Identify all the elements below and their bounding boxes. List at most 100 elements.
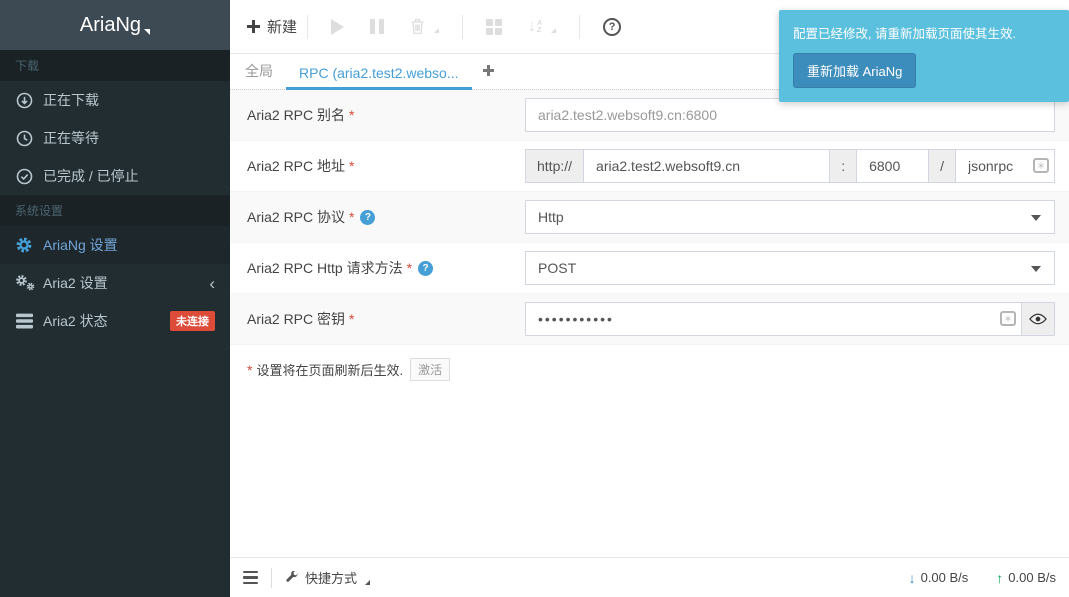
rpc-protocol-select[interactable]: Http <box>525 200 1055 234</box>
sidebar-item-label: AriaNg 设置 <box>43 235 118 255</box>
sort-button[interactable]: ↓ AZ <box>528 19 556 35</box>
sidebar-section-downloads: 下载 <box>0 50 230 81</box>
menu-bars-button[interactable] <box>243 571 258 585</box>
not-connected-badge: 未连接 <box>170 311 215 331</box>
note-text: 设置将在页面刷新后生效. <box>256 360 403 379</box>
trash-icon <box>410 18 425 35</box>
sidebar-item-ariang-settings[interactable]: AriaNg 设置 <box>0 226 230 264</box>
selected-method: POST <box>538 260 576 276</box>
new-task-label: 新建 <box>267 16 297 37</box>
settings-note: * 设置将在页面刷新后生效. 激活 <box>230 345 1069 394</box>
toast-message: 配置已经修改, 请重新加载页面使其生效. <box>793 23 1055 42</box>
sidebar-section-settings: 系统设置 <box>0 195 230 226</box>
required-asterisk: * <box>407 260 412 276</box>
rpc-host-input[interactable] <box>583 149 830 183</box>
method-help-icon[interactable]: ? <box>418 261 433 276</box>
rpc-http-method-select[interactable]: POST <box>525 251 1055 285</box>
upload-speed-value: 0.00 B/s <box>1008 570 1056 585</box>
sidebar-item-stopped[interactable]: 已完成 / 已停止 <box>0 157 230 195</box>
sidebar-item-label: 正在下载 <box>43 90 99 110</box>
slash-addon: / <box>928 149 956 183</box>
gear-icon <box>15 236 33 254</box>
activate-tag[interactable]: 激活 <box>410 358 450 381</box>
reload-toast: 配置已经修改, 请重新加载页面使其生效. 重新加载 AriaNg <box>779 10 1069 102</box>
required-asterisk: * <box>349 209 354 225</box>
app-logo[interactable]: AriaNg <box>0 0 230 50</box>
status-bar: 快捷方式 ↓ 0.00 B/s ↑ 0.00 B/s <box>230 557 1069 597</box>
tab-global[interactable]: 全局 <box>232 54 286 90</box>
required-asterisk: * <box>349 158 354 174</box>
app-logo-text: AriaNg <box>80 14 141 37</box>
field-label: Aria2 RPC 密钥* <box>247 309 525 329</box>
caret-down-icon <box>365 580 370 585</box>
rpc-secret-input[interactable] <box>525 302 1022 336</box>
sidebar-item-label: 正在等待 <box>43 128 99 148</box>
password-autofill-icon: ＊ <box>1033 158 1049 173</box>
logo-caret-icon <box>144 29 150 35</box>
chevron-left-icon: ‹ <box>209 275 215 292</box>
password-autofill-icon: ＊ <box>1000 311 1016 326</box>
delete-task-button[interactable] <box>410 18 439 35</box>
colon-addon: : <box>829 149 857 183</box>
sidebar-item-label: Aria2 设置 <box>43 273 108 293</box>
sidebar-item-waiting[interactable]: 正在等待 <box>0 119 230 157</box>
pause-task-button[interactable] <box>370 19 384 34</box>
form-row-address: Aria2 RPC 地址* http:// : / ＊ <box>230 141 1069 192</box>
server-icon <box>15 313 33 329</box>
plus-icon <box>483 65 494 76</box>
required-asterisk: * <box>349 107 354 123</box>
form-row-protocol: Aria2 RPC 协议* ? Http <box>230 192 1069 243</box>
toolbar-divider <box>462 15 463 39</box>
download-speed-value: 0.00 B/s <box>921 570 969 585</box>
selected-protocol: Http <box>538 209 564 225</box>
upload-speed: ↑ 0.00 B/s <box>996 570 1056 586</box>
download-arrow-icon: ↓ <box>909 570 916 586</box>
start-task-button[interactable] <box>331 19 344 35</box>
sort-alpha-icon: ↓ AZ <box>528 19 542 35</box>
required-asterisk: * <box>247 362 252 378</box>
scheme-addon: http:// <box>525 149 584 183</box>
eye-icon <box>1029 313 1047 325</box>
field-label: Aria2 RPC 别名* <box>247 105 525 125</box>
form-row-method: Aria2 RPC Http 请求方法* ? POST <box>230 243 1069 294</box>
caret-down-icon <box>434 28 439 33</box>
sidebar-item-downloading[interactable]: 正在下载 <box>0 81 230 119</box>
sidebar-item-aria2-settings[interactable]: Aria2 设置 ‹ <box>0 264 230 302</box>
sidebar: AriaNg 下载 正在下载 正在等待 已完成 / 已停止 系统设置 <box>0 0 230 597</box>
shortcuts-label: 快捷方式 <box>305 568 357 587</box>
rpc-port-input[interactable] <box>856 149 929 183</box>
protocol-help-icon[interactable]: ? <box>360 210 375 225</box>
wrench-icon <box>285 571 299 585</box>
shortcuts-button[interactable]: 快捷方式 <box>285 568 370 587</box>
grid-icon <box>486 19 502 35</box>
toolbar-divider <box>579 15 580 39</box>
pause-icon <box>370 19 384 34</box>
check-circle-icon <box>15 168 33 185</box>
sidebar-item-label: Aria2 状态 <box>43 311 108 331</box>
download-speed: ↓ 0.00 B/s <box>909 570 969 586</box>
question-circle-icon: ? <box>603 18 621 36</box>
plus-icon <box>247 20 260 33</box>
sidebar-item-label: 已完成 / 已停止 <box>43 166 139 186</box>
add-rpc-tab-button[interactable] <box>472 56 505 90</box>
gears-icon <box>15 274 33 292</box>
clock-icon <box>15 130 33 147</box>
new-task-button[interactable]: 新建 <box>247 16 297 37</box>
field-label: Aria2 RPC 协议* ? <box>247 207 525 227</box>
reload-ariang-button[interactable]: 重新加载 AriaNg <box>793 53 916 88</box>
view-mode-button[interactable] <box>486 19 502 35</box>
upload-arrow-icon: ↑ <box>996 570 1003 586</box>
arrow-circle-down-icon <box>15 92 33 109</box>
rpc-alias-input[interactable] <box>525 98 1055 132</box>
toggle-secret-visibility-button[interactable] <box>1021 302 1055 336</box>
chevron-down-icon <box>1031 215 1041 221</box>
field-label: Aria2 RPC 地址* <box>247 156 525 176</box>
ariang-app: AriaNg 下载 正在下载 正在等待 已完成 / 已停止 系统设置 <box>0 0 1069 597</box>
form-row-secret: Aria2 RPC 密钥* ＊ <box>230 294 1069 345</box>
chevron-down-icon <box>1031 266 1041 272</box>
statusbar-divider <box>271 568 272 588</box>
sidebar-item-aria2-status[interactable]: Aria2 状态 未连接 <box>0 302 230 340</box>
help-button[interactable]: ? <box>603 18 621 36</box>
toolbar-divider <box>307 15 308 39</box>
tab-rpc[interactable]: RPC (aria2.test2.webso... <box>286 58 472 90</box>
